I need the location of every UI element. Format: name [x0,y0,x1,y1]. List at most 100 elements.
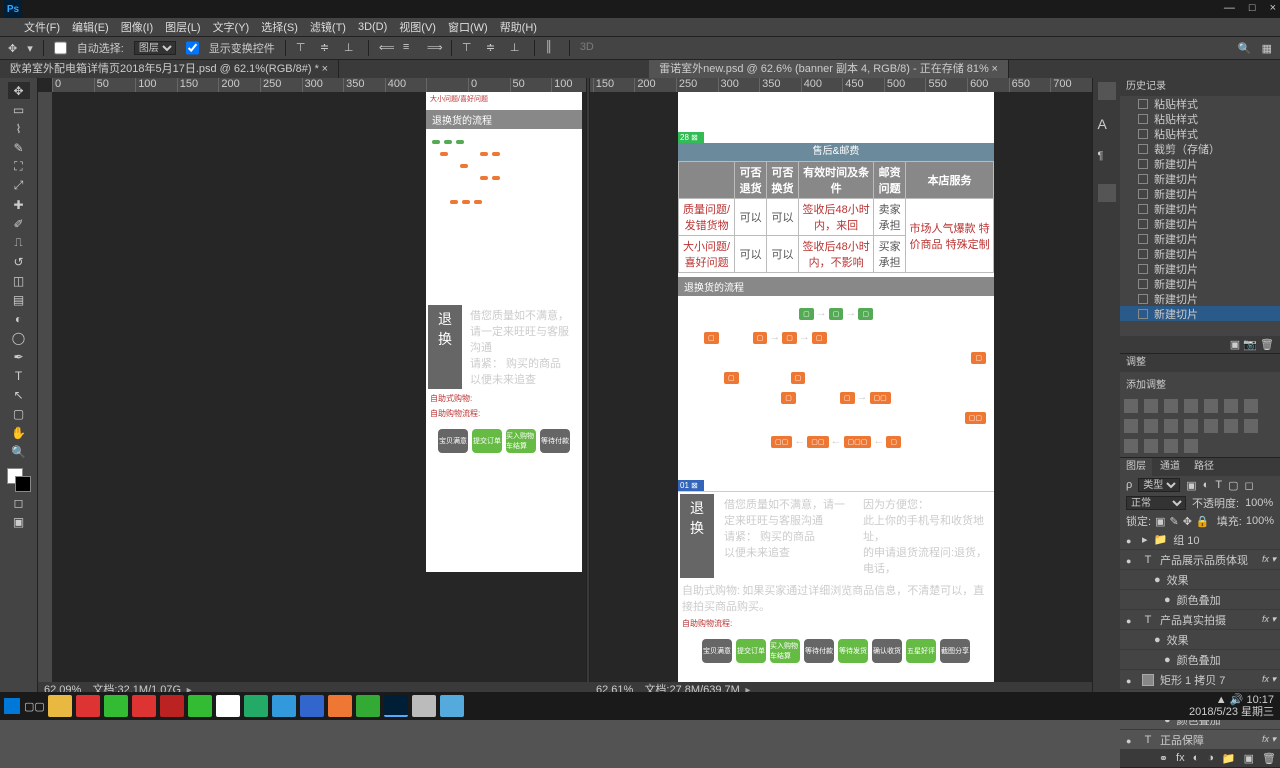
history-item[interactable]: 裁剪（存储） [1120,141,1280,156]
path-tool[interactable]: ↖ [8,386,30,403]
system-tray[interactable]: ▲ 🔊 10:17 2018/5/23 星期三 [1189,694,1274,718]
panel-icon[interactable] [1098,184,1116,202]
menu-3d[interactable]: 3D(D) [358,21,387,33]
history-brush-tool[interactable]: ↺ [8,253,30,270]
history-item[interactable]: 新建切片 [1120,186,1280,201]
menu-file[interactable]: 文件(F) [24,19,60,35]
tab-close-icon[interactable]: × [322,63,328,75]
layer-kind-select[interactable]: 类型 [1138,478,1180,492]
tab-close-icon[interactable]: × [992,63,998,75]
menu-select[interactable]: 选择(S) [261,19,298,35]
layer-item[interactable]: T正品保障fx ▾ [1120,730,1280,750]
layer-item[interactable]: T产品展示品质体现fx ▾ [1120,550,1280,570]
auto-select-target[interactable]: 图层 [134,41,176,55]
taskbar-app[interactable] [48,695,72,717]
adj-hue-icon[interactable] [1224,399,1238,413]
maximize-button[interactable]: □ [1249,2,1256,14]
taskbar-photoshop[interactable] [384,695,408,717]
align-right-icon[interactable]: ⟹ [427,41,441,55]
gradient-tool[interactable]: ▤ [8,291,30,308]
adjustments-header[interactable]: 调整 [1120,354,1280,372]
layer-new-icon[interactable]: ▣ [1244,752,1254,765]
align-vcenter-icon[interactable]: ≑ [320,41,334,55]
taskbar-app[interactable] [160,695,184,717]
history-item[interactable]: 新建切片 [1120,306,1280,321]
auto-select-checkbox[interactable] [54,41,67,55]
eyedropper-tool[interactable]: ⤢ [8,177,30,194]
quick-select-tool[interactable]: ✎ [8,139,30,156]
search-icon[interactable]: 🔍 [1238,42,1252,55]
hand-tool[interactable]: ✋ [8,424,30,441]
taskbar-app[interactable] [104,695,128,717]
menu-window[interactable]: 窗口(W) [448,19,488,35]
doc-tab-2[interactable]: 雷诺室外new.psd @ 62.6% (banner 副本 4, RGB/8)… [649,60,1009,78]
align-hcenter-icon[interactable]: ≡ [403,41,417,55]
layer-fx-item[interactable]: ●颜色叠加 [1120,590,1280,610]
taskbar-app[interactable] [244,695,268,717]
adj-brightness-icon[interactable] [1124,399,1138,413]
layer-fx[interactable]: ●效果 [1120,630,1280,650]
history-delete-icon[interactable]: 🗑 [1260,339,1274,351]
adj-photo-icon[interactable] [1124,419,1138,433]
layer-fx-item[interactable]: ●颜色叠加 [1120,650,1280,670]
pen-tool[interactable]: ✒ [8,348,30,365]
adj-icon[interactable] [1144,439,1158,453]
layer-group-icon[interactable]: 📁 [1222,752,1236,765]
para-panel-icon[interactable]: ¶ [1098,150,1116,168]
link-layers-icon[interactable]: ⚭ [1159,752,1168,765]
marquee-tool[interactable]: ▭ [8,101,30,118]
layer-adj-icon[interactable]: ◑ [1207,752,1214,765]
history-item[interactable]: 粘贴样式 [1120,111,1280,126]
align-bottom-icon[interactable]: ⊥ [344,41,358,55]
adj-mixer-icon[interactable] [1144,419,1158,433]
history-item[interactable]: 新建切片 [1120,216,1280,231]
adj-lookup-icon[interactable] [1164,419,1178,433]
crop-tool[interactable]: ⛶ [8,158,30,175]
blend-mode-select[interactable]: 正常 [1126,496,1186,510]
menu-view[interactable]: 视图(V) [399,19,436,35]
zoom-tool[interactable]: 🔍 [8,443,30,460]
layer-item[interactable]: 矩形 1 拷贝 7fx ▾ [1120,670,1280,690]
layer-fx[interactable]: ●效果 [1120,570,1280,590]
distribute-bottom-icon[interactable]: ⊥ [510,41,524,55]
shape-tool[interactable]: ▢ [8,405,30,422]
align-left-icon[interactable]: ⟸ [379,41,393,55]
show-transform-checkbox[interactable] [186,41,199,55]
layer-group[interactable]: ▸📁组 10 [1120,530,1280,550]
adj-poster-icon[interactable] [1204,419,1218,433]
distribute-vcenter-icon[interactable]: ≑ [486,41,500,55]
heal-tool[interactable]: ✚ [8,196,30,213]
adj-exposure-icon[interactable] [1184,399,1198,413]
adj-icon[interactable] [1184,439,1198,453]
minimize-button[interactable]: — [1224,2,1235,14]
lasso-tool[interactable]: ⌇ [8,120,30,137]
taskbar-app[interactable] [412,695,436,717]
panel-icon[interactable] [1098,82,1116,100]
distribute-top-icon[interactable]: ⊤ [462,41,476,55]
start-button[interactable] [4,698,20,714]
workspace-icon[interactable]: ▦ [1262,42,1272,55]
menu-layer[interactable]: 图层(L) [165,19,200,35]
menu-type[interactable]: 文字(Y) [213,19,250,35]
layer-fx-icon[interactable]: fx [1176,752,1185,765]
stamp-tool[interactable]: ⎍ [8,234,30,251]
taskbar-app[interactable] [440,695,464,717]
task-view-icon[interactable]: ▢▢ [24,700,44,713]
doc-tab-1[interactable]: 欧弟室外配电箱详情页2018年5月17日.psd @ 62.1%(RGB/8#)… [0,60,339,78]
taskbar-app[interactable] [272,695,296,717]
adj-curves-icon[interactable] [1164,399,1178,413]
dodge-tool[interactable]: ◯ [8,329,30,346]
taskbar-app[interactable] [328,695,352,717]
adj-thresh-icon[interactable] [1224,419,1238,433]
close-button[interactable]: × [1270,2,1276,14]
menu-help[interactable]: 帮助(H) [500,19,537,35]
adj-levels-icon[interactable] [1144,399,1158,413]
distribute-left-icon[interactable]: ║ [545,41,559,55]
move-tool[interactable]: ✥ [8,82,30,99]
eraser-tool[interactable]: ◫ [8,272,30,289]
history-panel-header[interactable]: 历史记录 [1120,78,1280,96]
screen-mode[interactable]: ▣ [8,513,30,530]
taskbar-app[interactable] [132,695,156,717]
history-snapshot-icon[interactable]: ▣ [1230,339,1240,351]
blur-tool[interactable]: ◐ [8,310,30,327]
